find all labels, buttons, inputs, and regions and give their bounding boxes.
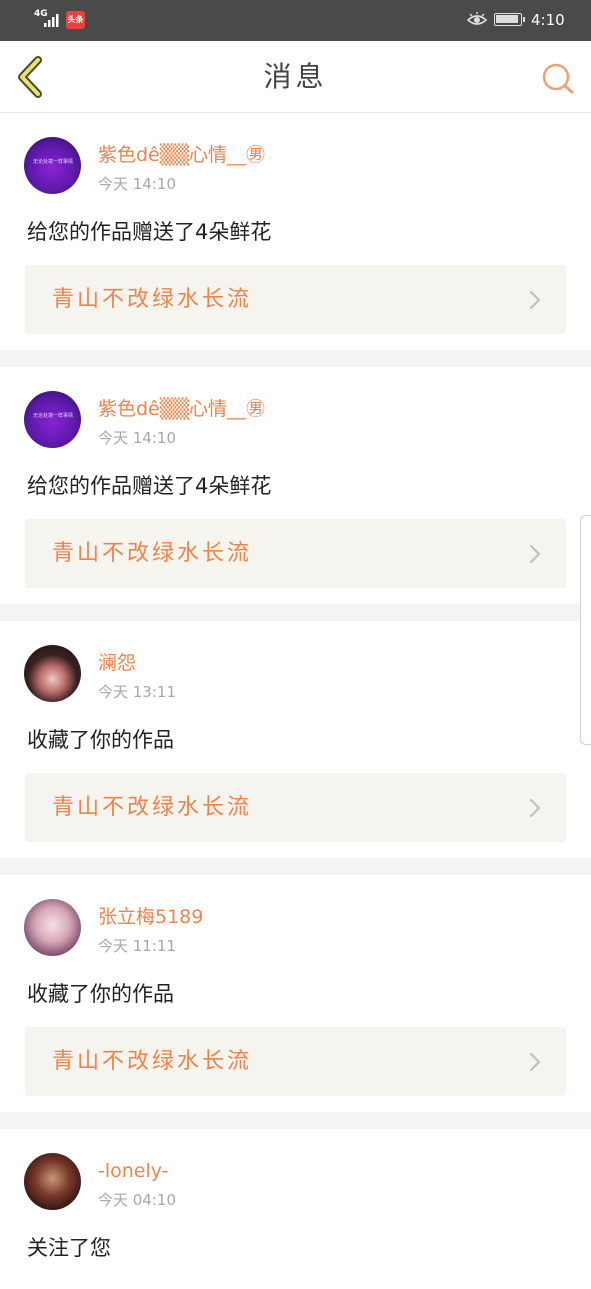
divider (0, 604, 591, 621)
message-item[interactable]: -lonely- 今天 04:10 关注了您 (0, 1129, 591, 1289)
work-title: 青山不改绿水长流 (52, 795, 253, 820)
chevron-right-icon (529, 544, 541, 564)
header-bar: 消息 (0, 41, 591, 113)
avatar[interactable] (24, 1153, 81, 1210)
avatar[interactable] (24, 645, 81, 702)
message-text: 给您的作品赠送了4朵鲜花 (27, 220, 272, 244)
sender-name[interactable]: 张立梅5189 (98, 905, 203, 929)
message-text: 给您的作品赠送了4朵鲜花 (27, 474, 272, 498)
avatar[interactable]: 无论处境一样事情 (24, 137, 81, 194)
message-text: 收藏了你的作品 (27, 982, 174, 1006)
message-time: 今天 13:11 (98, 683, 176, 701)
message-list[interactable]: 无论处境一样事情 紫色dê▒▒心情__㊚ 今天 14:10 给您的作品赠送了4朵… (0, 113, 591, 1289)
message-time: 今天 14:10 (98, 175, 176, 193)
sender-name[interactable]: -lonely- (98, 1159, 169, 1183)
message-item[interactable]: 张立梅5189 今天 11:11 收藏了你的作品 青山不改绿水长流 (0, 875, 591, 1112)
sender-name[interactable]: 紫色dê▒▒心情__㊚ (98, 397, 265, 421)
avatar[interactable] (24, 899, 81, 956)
chevron-right-icon (529, 290, 541, 310)
toutiao-app-icon: 头条 (66, 11, 85, 29)
search-icon[interactable] (538, 59, 578, 99)
sender-name[interactable]: 紫色dê▒▒心情__㊚ (98, 143, 265, 167)
message-item[interactable]: 无论处境一样事情 紫色dê▒▒心情__㊚ 今天 14:10 给您的作品赠送了4朵… (0, 367, 591, 604)
message-item[interactable]: 澜怨 今天 13:11 收藏了你的作品 青山不改绿水长流 (0, 621, 591, 858)
message-time: 今天 14:10 (98, 429, 176, 447)
work-title: 青山不改绿水长流 (52, 541, 253, 566)
clock: 4:10 (531, 11, 565, 29)
message-time: 今天 04:10 (98, 1191, 176, 1209)
divider (0, 350, 591, 367)
status-bar: 4G 头条 4:10 (0, 0, 591, 41)
chevron-right-icon (529, 1052, 541, 1072)
work-link[interactable]: 青山不改绿水长流 (25, 265, 566, 334)
message-time: 今天 11:11 (98, 937, 176, 955)
page-title: 消息 (263, 60, 328, 93)
divider (0, 1112, 591, 1129)
message-item[interactable]: 无论处境一样事情 紫色dê▒▒心情__㊚ 今天 14:10 给您的作品赠送了4朵… (0, 113, 591, 350)
message-text: 收藏了你的作品 (27, 728, 174, 752)
work-link[interactable]: 青山不改绿水长流 (25, 519, 566, 588)
divider (0, 858, 591, 875)
battery-icon (494, 13, 525, 26)
work-link[interactable]: 青山不改绿水长流 (25, 773, 566, 842)
sender-name[interactable]: 澜怨 (98, 651, 136, 675)
avatar-caption: 无论处境一样事情 (32, 413, 73, 419)
eye-comfort-icon (467, 12, 487, 25)
signal-icon (44, 14, 59, 27)
chevron-right-icon (529, 798, 541, 818)
work-link[interactable]: 青山不改绿水长流 (25, 1027, 566, 1096)
work-title: 青山不改绿水长流 (52, 1049, 253, 1074)
avatar[interactable]: 无论处境一样事情 (24, 391, 81, 448)
avatar-caption: 无论处境一样事情 (32, 159, 73, 165)
scroll-handle[interactable] (580, 515, 591, 745)
message-text: 关注了您 (27, 1236, 111, 1260)
work-title: 青山不改绿水长流 (52, 287, 253, 312)
